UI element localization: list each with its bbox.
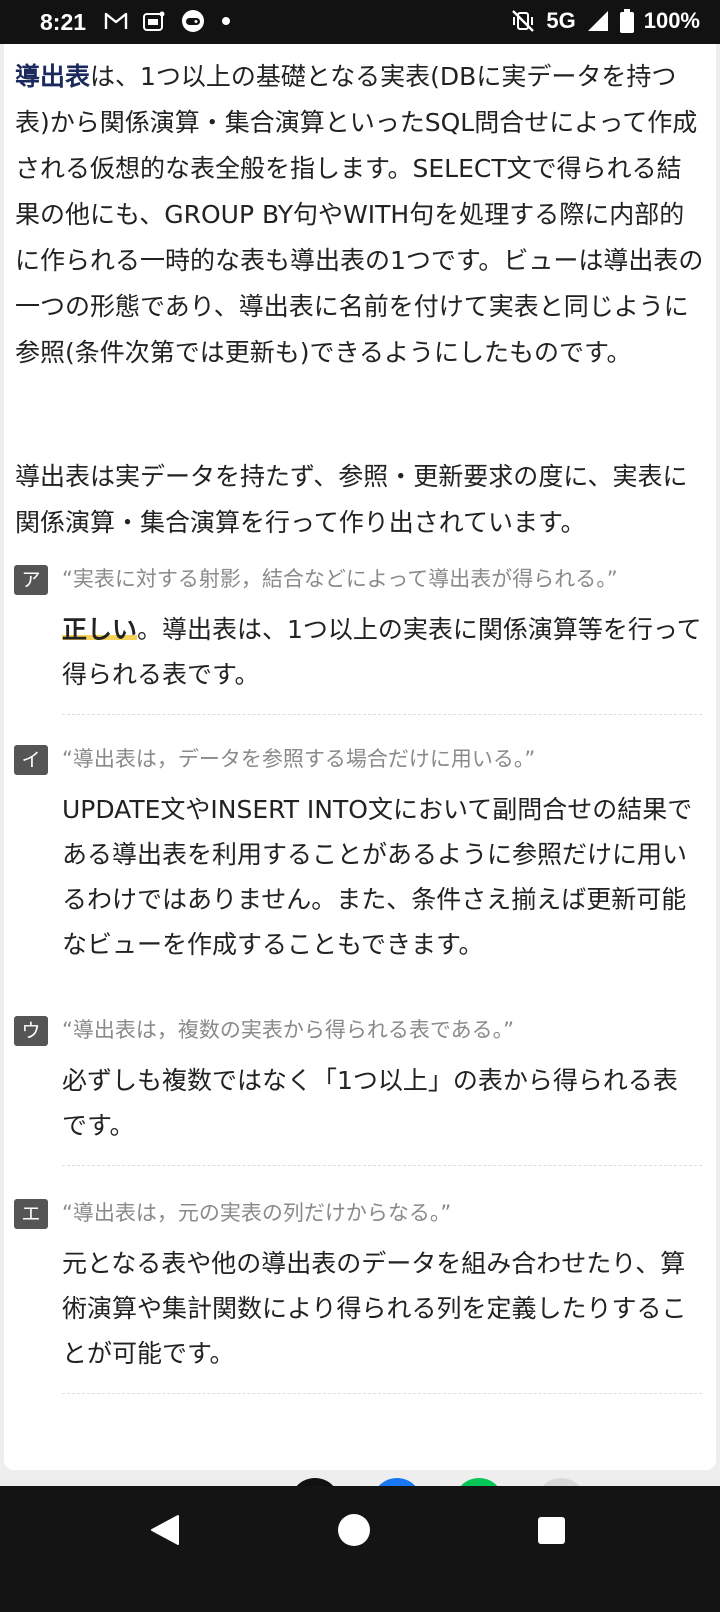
choice-answer: 必ずしも複数ではなく「1つ以上」の表から得られる表です。 xyxy=(62,1066,678,1140)
recents-icon[interactable] xyxy=(538,1517,565,1544)
notification-icons xyxy=(104,8,232,34)
choice-answer: 正しい。導出表は、1つ以上の実表に関係演算等を行って得られる表です。 xyxy=(62,615,702,689)
game-icon xyxy=(182,10,204,32)
network-label: 5G xyxy=(546,8,576,33)
app-icon xyxy=(143,11,165,31)
divider xyxy=(62,1165,702,1166)
choice-badge: ア xyxy=(14,565,48,595)
divider xyxy=(62,1393,702,1394)
term-highlight: 導出表 xyxy=(15,62,91,91)
choice-question: “導出表は，データを参照する場合だけに用いる。” xyxy=(62,747,536,771)
choice-badge: エ xyxy=(14,1199,48,1229)
navigation-bar xyxy=(0,1486,720,1612)
status-time: 8:21 xyxy=(40,9,87,35)
status-right: 5G 100% xyxy=(510,8,700,34)
vibrate-icon xyxy=(512,10,535,32)
choice-question: “実表に対する射影，結合などによって導出表が得られる。” xyxy=(62,567,618,591)
gmail-icon xyxy=(104,12,128,29)
choice-question: “導出表は，複数の実表から得られる表である。” xyxy=(62,1018,515,1042)
home-icon[interactable] xyxy=(338,1514,370,1546)
choice-answer: 元となる表や他の導出表のデータを組み合わせたり、算術演算や集計関数により得られる… xyxy=(62,1249,687,1368)
battery-icon xyxy=(619,9,634,33)
intro-paragraph: 導出表は、1つ以上の基礎となる実表(DBに実データを持つ表)から関係演算・集合演… xyxy=(15,54,705,376)
intro-paragraph-2: 導出表は実データを持たず、参照・更新要求の度に、実表に関係演算・集合演算を行って… xyxy=(15,462,688,537)
divider xyxy=(62,714,702,715)
choice-badge: ウ xyxy=(14,1016,48,1046)
choice-badge: イ xyxy=(14,745,48,775)
choice-answer: UPDATE文やINSERT INTO文において副問合せの結果である導出表を利用… xyxy=(62,795,693,959)
status-bar: 8:21 5G 100% xyxy=(0,0,720,44)
choice-question: “導出表は，元の実表の列だけからなる。” xyxy=(62,1201,452,1225)
intro-text: は、1つ以上の基礎となる実表(DBに実データを持つ表)から関係演算・集合演算とい… xyxy=(15,62,704,367)
back-icon[interactable] xyxy=(150,1514,180,1546)
dot-icon xyxy=(222,17,230,25)
signal-icon xyxy=(587,11,608,31)
explanation-card: 導出表は、1つ以上の基礎となる実表(DBに実データを持つ表)から関係演算・集合演… xyxy=(4,44,716,1470)
battery-label: 100% xyxy=(643,8,700,33)
verdict-correct: 正しい xyxy=(62,615,138,644)
